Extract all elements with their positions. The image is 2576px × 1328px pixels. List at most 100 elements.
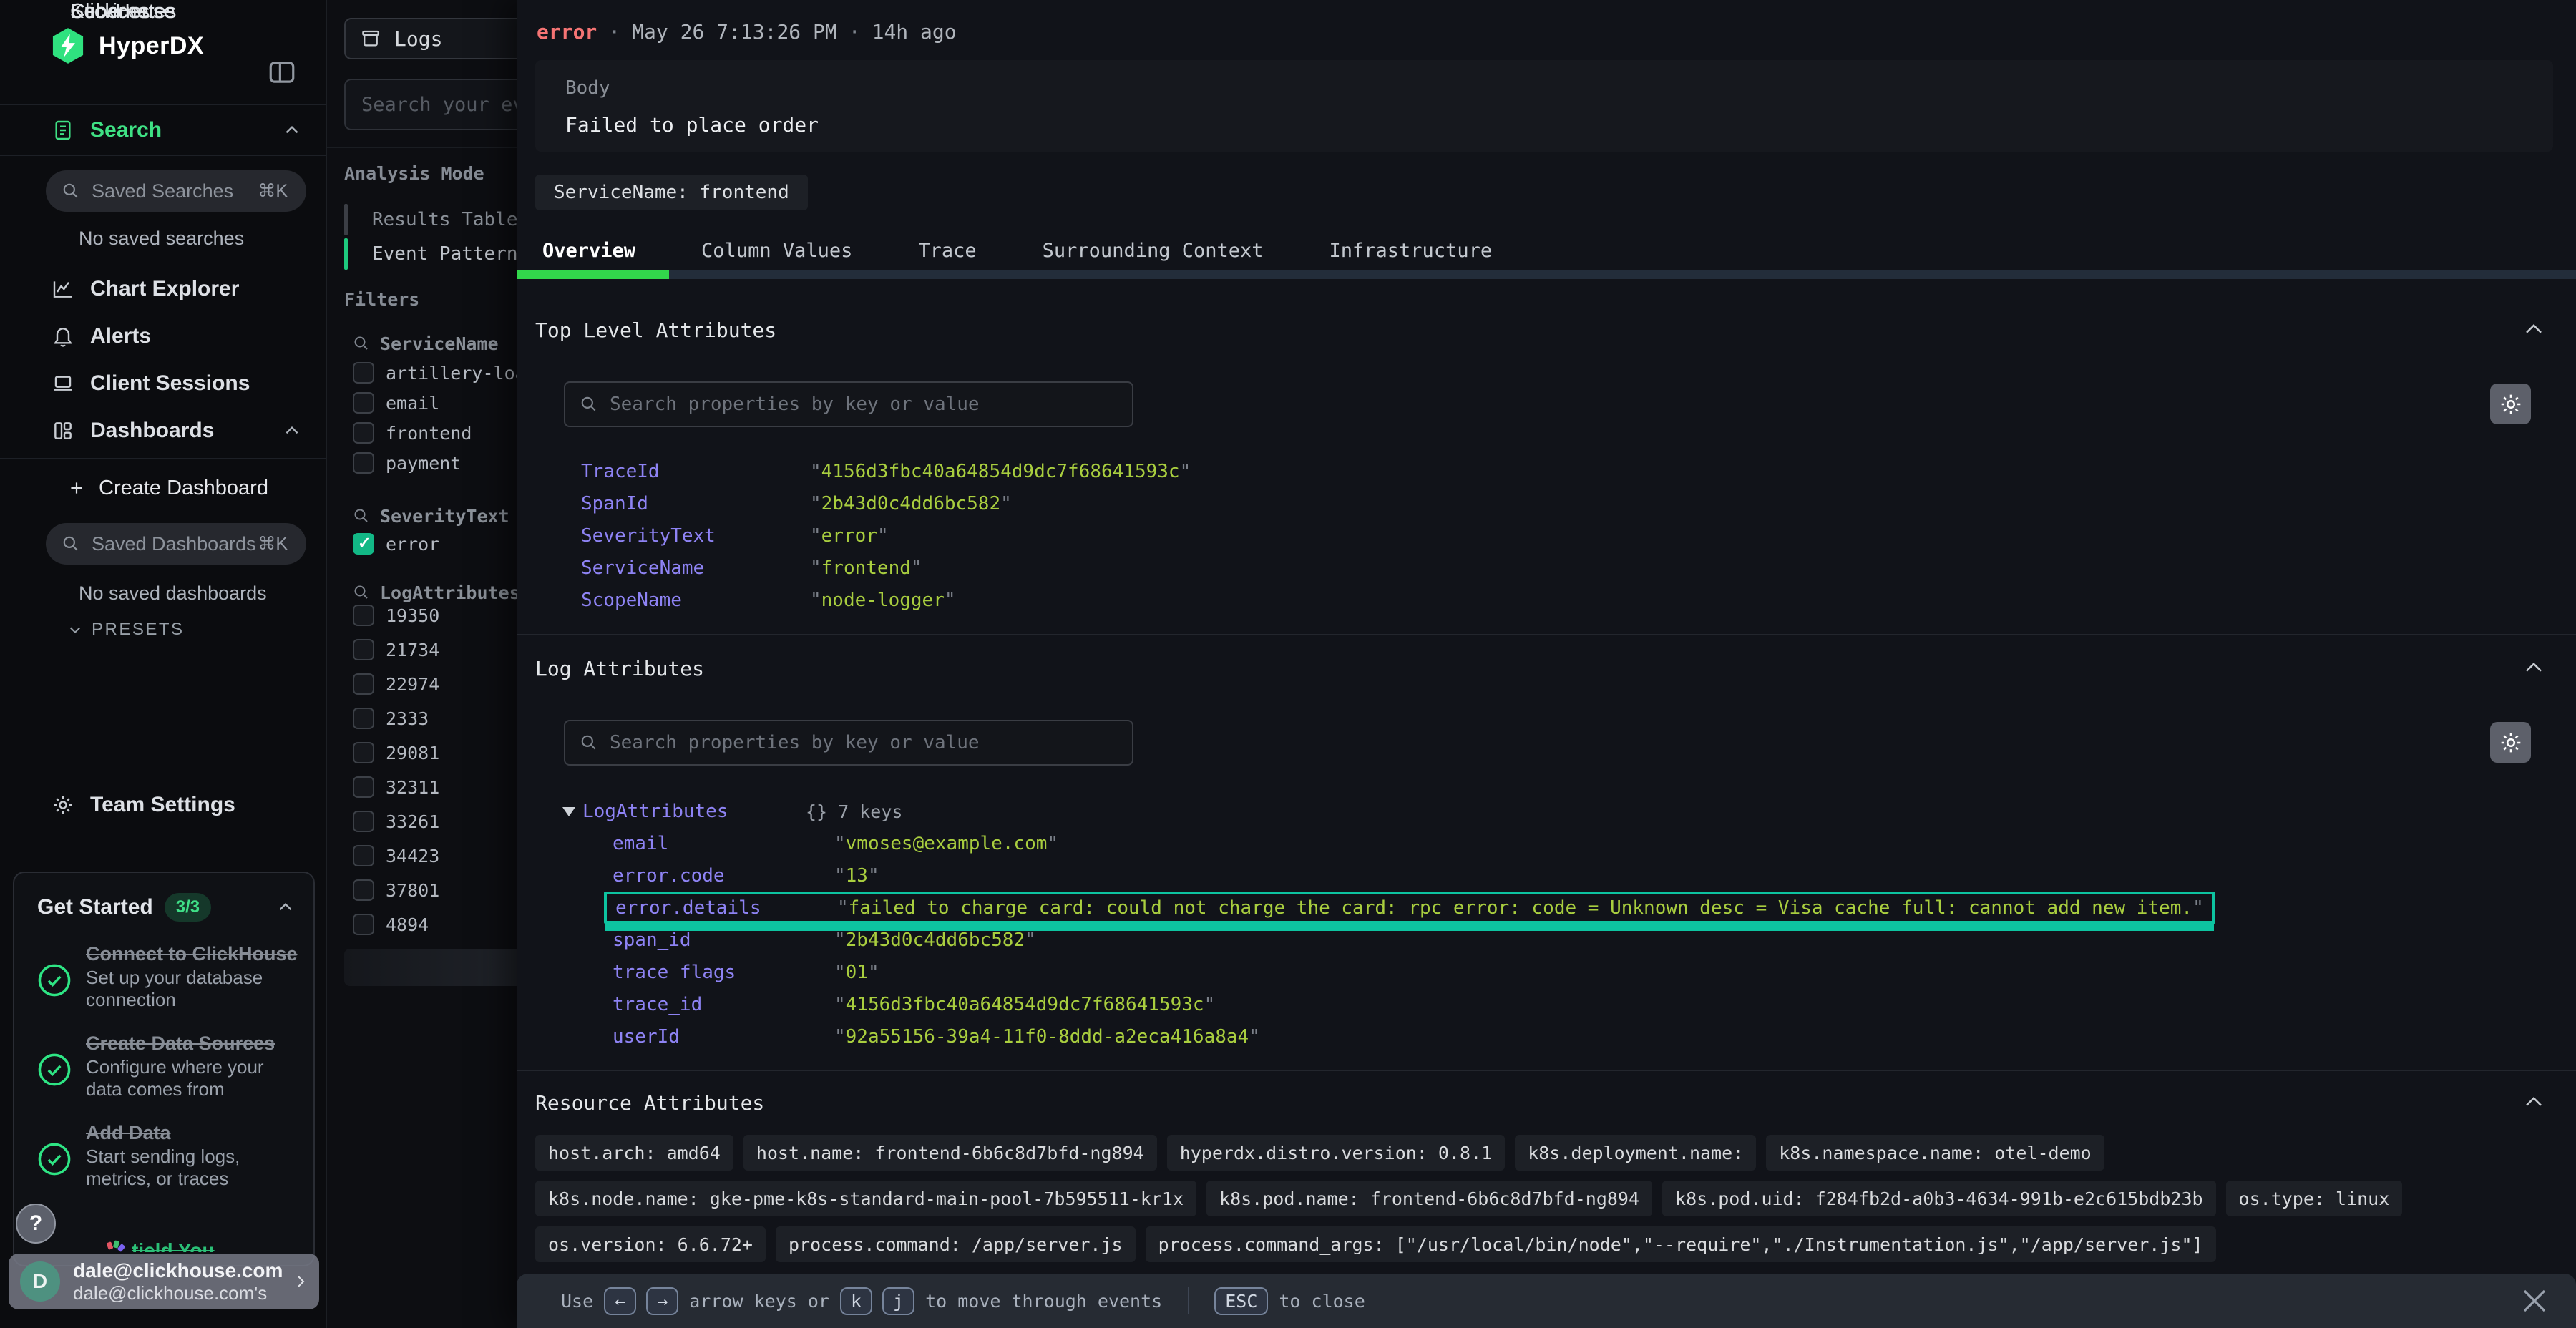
attribute-key[interactable]: error.code [613,865,834,887]
filter-checkbox-row[interactable]: 21734 [353,633,517,667]
service-tag[interactable]: ServiceName: frontend [535,175,808,210]
filter-checkbox-row[interactable]: 19350 [353,598,517,633]
filter-checkbox-row[interactable]: 2333 [353,701,517,736]
attribute-value[interactable]: failed to charge card: could not charge … [837,897,2204,919]
checkbox[interactable] [353,879,374,901]
analysis-mode-option[interactable]: Event Patterns [344,237,517,271]
filter-checkbox-row[interactable]: frontend [353,418,517,448]
filter-checkbox-row[interactable]: email [353,388,517,418]
attribute-key[interactable]: SpanId [581,493,810,514]
attribute-row[interactable]: error.code 13 [604,859,888,892]
attribute-key[interactable]: email [613,833,834,854]
attribute-value[interactable]: 13 [834,865,879,887]
checkbox[interactable] [353,533,374,555]
facet-header-servicename[interactable]: ServiceName [353,328,499,359]
attribute-key[interactable]: trace_id [613,994,834,1015]
tree-root-label[interactable]: LogAttributes [582,801,806,822]
attribute-value[interactable]: 92a55156-39a4-11f0-8ddd-a2eca416a8a4 [834,1026,1260,1048]
checklist-item[interactable]: Connect to ClickHouse Set up your databa… [36,943,299,1011]
resource-badge[interactable]: k8s.deployment.name: [1515,1135,1756,1171]
filter-checkbox-row[interactable]: 33261 [353,804,517,839]
event-search-input[interactable]: Search your ev [344,79,517,130]
checklist-item[interactable]: Add Data Start sending logs, metrics, or… [36,1122,299,1190]
source-select[interactable]: Logs [344,18,517,59]
checkbox[interactable] [353,452,374,474]
attribute-value[interactable]: 01 [834,962,879,983]
saved-dashboards-input[interactable]: Saved Dashboards ⌘K [46,523,306,565]
attribute-row[interactable]: trace_flags 01 [604,956,888,988]
attribute-value[interactable]: error [810,525,889,547]
chevron-up-icon[interactable] [2523,1092,2545,1113]
chevron-up-icon[interactable] [283,121,301,140]
tree-root-row[interactable]: LogAttributes {} 7 keys [562,796,902,827]
tab[interactable]: Column Values [701,240,852,262]
attribute-row[interactable]: SeverityText error [572,519,897,552]
user-profile-chip[interactable]: D dale@clickhouse.com dale@clickhouse.co… [9,1254,319,1309]
attribute-key[interactable]: ScopeName [581,590,810,611]
checkbox[interactable] [353,392,374,414]
attribute-key[interactable]: error.details [615,897,837,919]
less-filters-button[interactable]: Less fil [344,949,517,986]
sidebar-item-team-settings[interactable]: Team Settings [0,788,326,822]
resource-badge[interactable]: host.arch: amd64 [535,1135,733,1171]
attribute-row[interactable]: userId 92a55156-39a4-11f0-8ddd-a2eca416a… [604,1020,1269,1053]
checkbox[interactable] [353,742,374,763]
tab[interactable]: Overview [542,240,635,262]
filter-checkbox-row[interactable]: 4894 [353,907,517,942]
attribute-row[interactable]: trace_id 4156d3fbc40a64854d9dc7f68641593… [604,988,1224,1020]
resource-badge[interactable]: os.version: 6.6.72+ [535,1226,766,1262]
attribute-key[interactable]: span_id [613,929,834,951]
sidebar-collapse-icon[interactable] [267,57,297,87]
attribute-value[interactable]: 4156d3fbc40a64854d9dc7f68641593c [834,994,1215,1015]
checkbox[interactable] [353,845,374,866]
resource-badge[interactable]: k8s.namespace.name: otel-demo [1766,1135,2104,1171]
sidebar-item-chart-explorer[interactable]: Chart Explorer [0,272,326,306]
saved-searches-input[interactable]: Saved Searches ⌘K [46,170,306,212]
tab[interactable]: Infrastructure [1330,240,1493,262]
tab[interactable]: Trace [918,240,976,262]
attribute-value[interactable]: frontend [810,557,922,579]
attribute-value[interactable]: vmoses@example.com [834,833,1058,854]
filter-checkbox-row[interactable]: 32311 [353,770,517,804]
chevron-up-icon[interactable] [276,898,295,917]
preset-link[interactable]: Kubernetes [70,0,176,24]
attribute-value[interactable]: 2b43d0c4dd6bc582 [834,929,1036,951]
checkbox[interactable] [353,362,374,384]
resource-badge[interactable]: os.type: linux [2226,1181,2403,1216]
checkbox[interactable] [353,673,374,695]
analysis-mode-option[interactable]: Results Table [344,202,517,237]
attribute-key[interactable]: SeverityText [581,525,810,547]
filter-checkbox-row[interactable]: payment [353,448,517,478]
attribute-key[interactable]: userId [613,1026,834,1048]
attribute-row[interactable]: TraceId 4156d3fbc40a64854d9dc7f68641593c [572,455,1199,487]
chevron-up-icon[interactable] [2523,658,2545,679]
attribute-row[interactable]: span_id 2b43d0c4dd6bc582 [604,924,1045,956]
checkbox[interactable] [353,605,374,626]
attribute-key[interactable]: trace_flags [613,962,834,983]
chevron-up-icon[interactable] [283,421,301,440]
sidebar-item-client-sessions[interactable]: Client Sessions [0,366,326,401]
checkbox[interactable] [353,811,374,832]
attribute-value[interactable]: 4156d3fbc40a64854d9dc7f68641593c [810,461,1191,482]
resource-badge[interactable]: k8s.node.name: gke-pme-k8s-standard-main… [535,1181,1196,1216]
settings-button[interactable] [2490,384,2531,424]
attribute-row[interactable]: error.details failed to charge card: cou… [604,892,2215,924]
checkbox[interactable] [353,639,374,660]
property-search-input[interactable]: Search properties by key or value [564,381,1133,427]
filter-checkbox-row[interactable]: 37801 [353,873,517,907]
resource-badge[interactable]: k8s.pod.uid: f284fb2d-a0b3-4634-991b-e2c… [1662,1181,2216,1216]
resource-badge[interactable]: hyperdx.distro.version: 0.8.1 [1167,1135,1506,1171]
property-search-input[interactable]: Search properties by key or value [564,720,1133,766]
attribute-row[interactable]: ServiceName frontend [572,552,931,584]
facet-header-severitytext[interactable]: SeverityText [353,500,509,532]
attribute-row[interactable]: ScopeName node-logger [572,584,965,616]
close-icon[interactable] [2517,1284,2552,1318]
resource-badge[interactable]: process.command: /app/server.js [776,1226,1136,1262]
sidebar-item-alerts[interactable]: Alerts [0,319,326,353]
filter-checkbox-row[interactable]: error [353,529,517,559]
filter-checkbox-row[interactable]: 34423 [353,839,517,873]
resource-badge[interactable]: process.command_args: ["/usr/local/bin/n… [1146,1226,2216,1262]
attribute-key[interactable]: TraceId [581,461,810,482]
chevron-up-icon[interactable] [2523,319,2545,341]
presets-toggle[interactable]: PRESETS [67,620,185,640]
